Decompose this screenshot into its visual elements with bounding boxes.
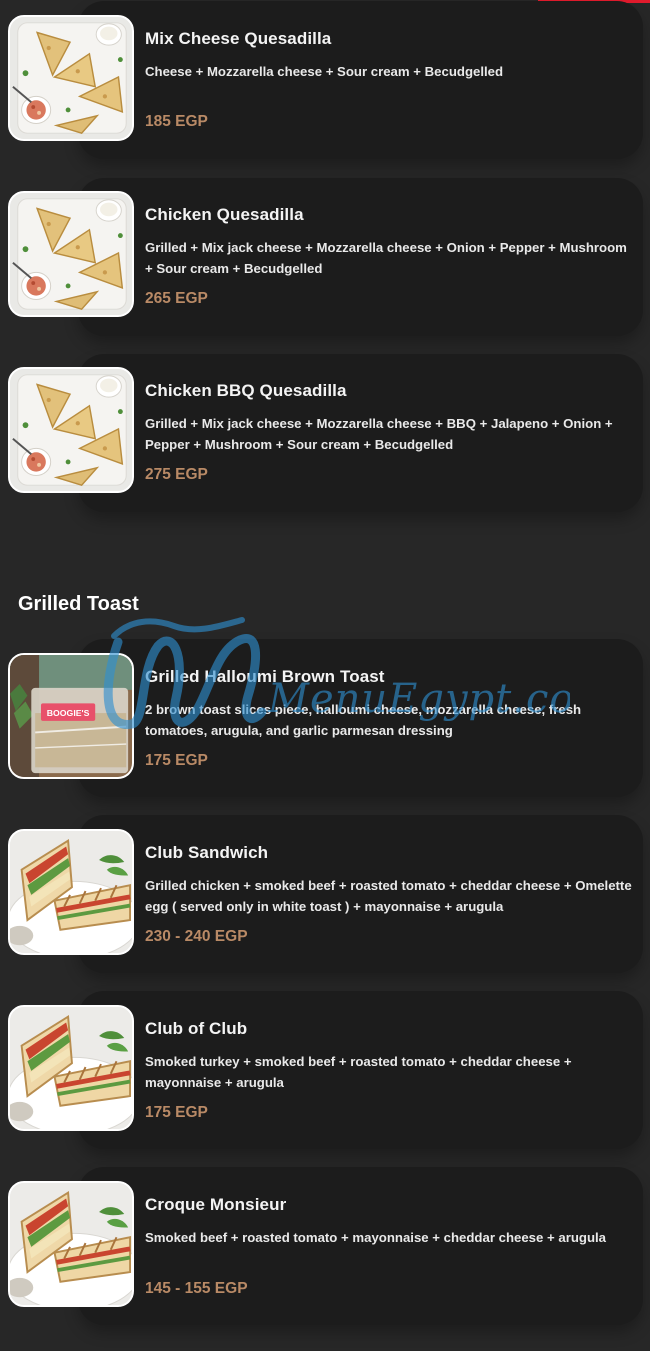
item-price: 230 - 240 EGP xyxy=(145,928,248,945)
quesadilla-icon[interactable] xyxy=(8,15,134,141)
item-name: Chicken BBQ Quesadilla xyxy=(145,381,347,400)
quesadilla-icon[interactable] xyxy=(8,367,134,493)
item-price: 175 EGP xyxy=(145,752,208,769)
item-price: 265 EGP xyxy=(145,290,208,307)
item-description: Cheese + Mozzarella cheese + Sour cream … xyxy=(145,64,504,79)
item-description: 2 brown toast slices piece, halloumi che… xyxy=(145,702,582,738)
item-description: Grilled + Mix jack cheese + Mozzarella c… xyxy=(145,416,613,452)
item-name: Club Sandwich xyxy=(145,843,269,862)
wrapped-toast-icon[interactable] xyxy=(8,653,134,779)
section-title: Grilled Toast xyxy=(18,593,139,615)
item-price: 145 - 155 EGP xyxy=(145,1280,248,1297)
club-sandwich-icon[interactable] xyxy=(8,829,134,955)
club-sandwich-icon[interactable] xyxy=(8,1181,134,1307)
item-price: 175 EGP xyxy=(145,1104,208,1121)
item-description: Smoked beef + roasted tomato + mayonnais… xyxy=(145,1230,607,1245)
item-name: Club of Club xyxy=(145,1019,248,1038)
club-sandwich-icon[interactable] xyxy=(8,1005,134,1131)
item-description: Grilled chicken + smoked beef + roasted … xyxy=(145,878,632,914)
item-name: Mix Cheese Quesadilla xyxy=(145,29,332,48)
item-price: 185 EGP xyxy=(145,113,208,130)
item-description: Grilled + Mix jack cheese + Mozzarella c… xyxy=(145,240,627,276)
item-name: Chicken Quesadilla xyxy=(145,205,304,224)
item-price: 275 EGP xyxy=(145,466,208,483)
item-description: Smoked turkey + smoked beef + roasted to… xyxy=(145,1054,572,1090)
quesadilla-icon[interactable] xyxy=(8,191,134,317)
item-name: Croque Monsieur xyxy=(145,1195,287,1214)
item-name: Grilled Halloumi Brown Toast xyxy=(145,667,385,686)
